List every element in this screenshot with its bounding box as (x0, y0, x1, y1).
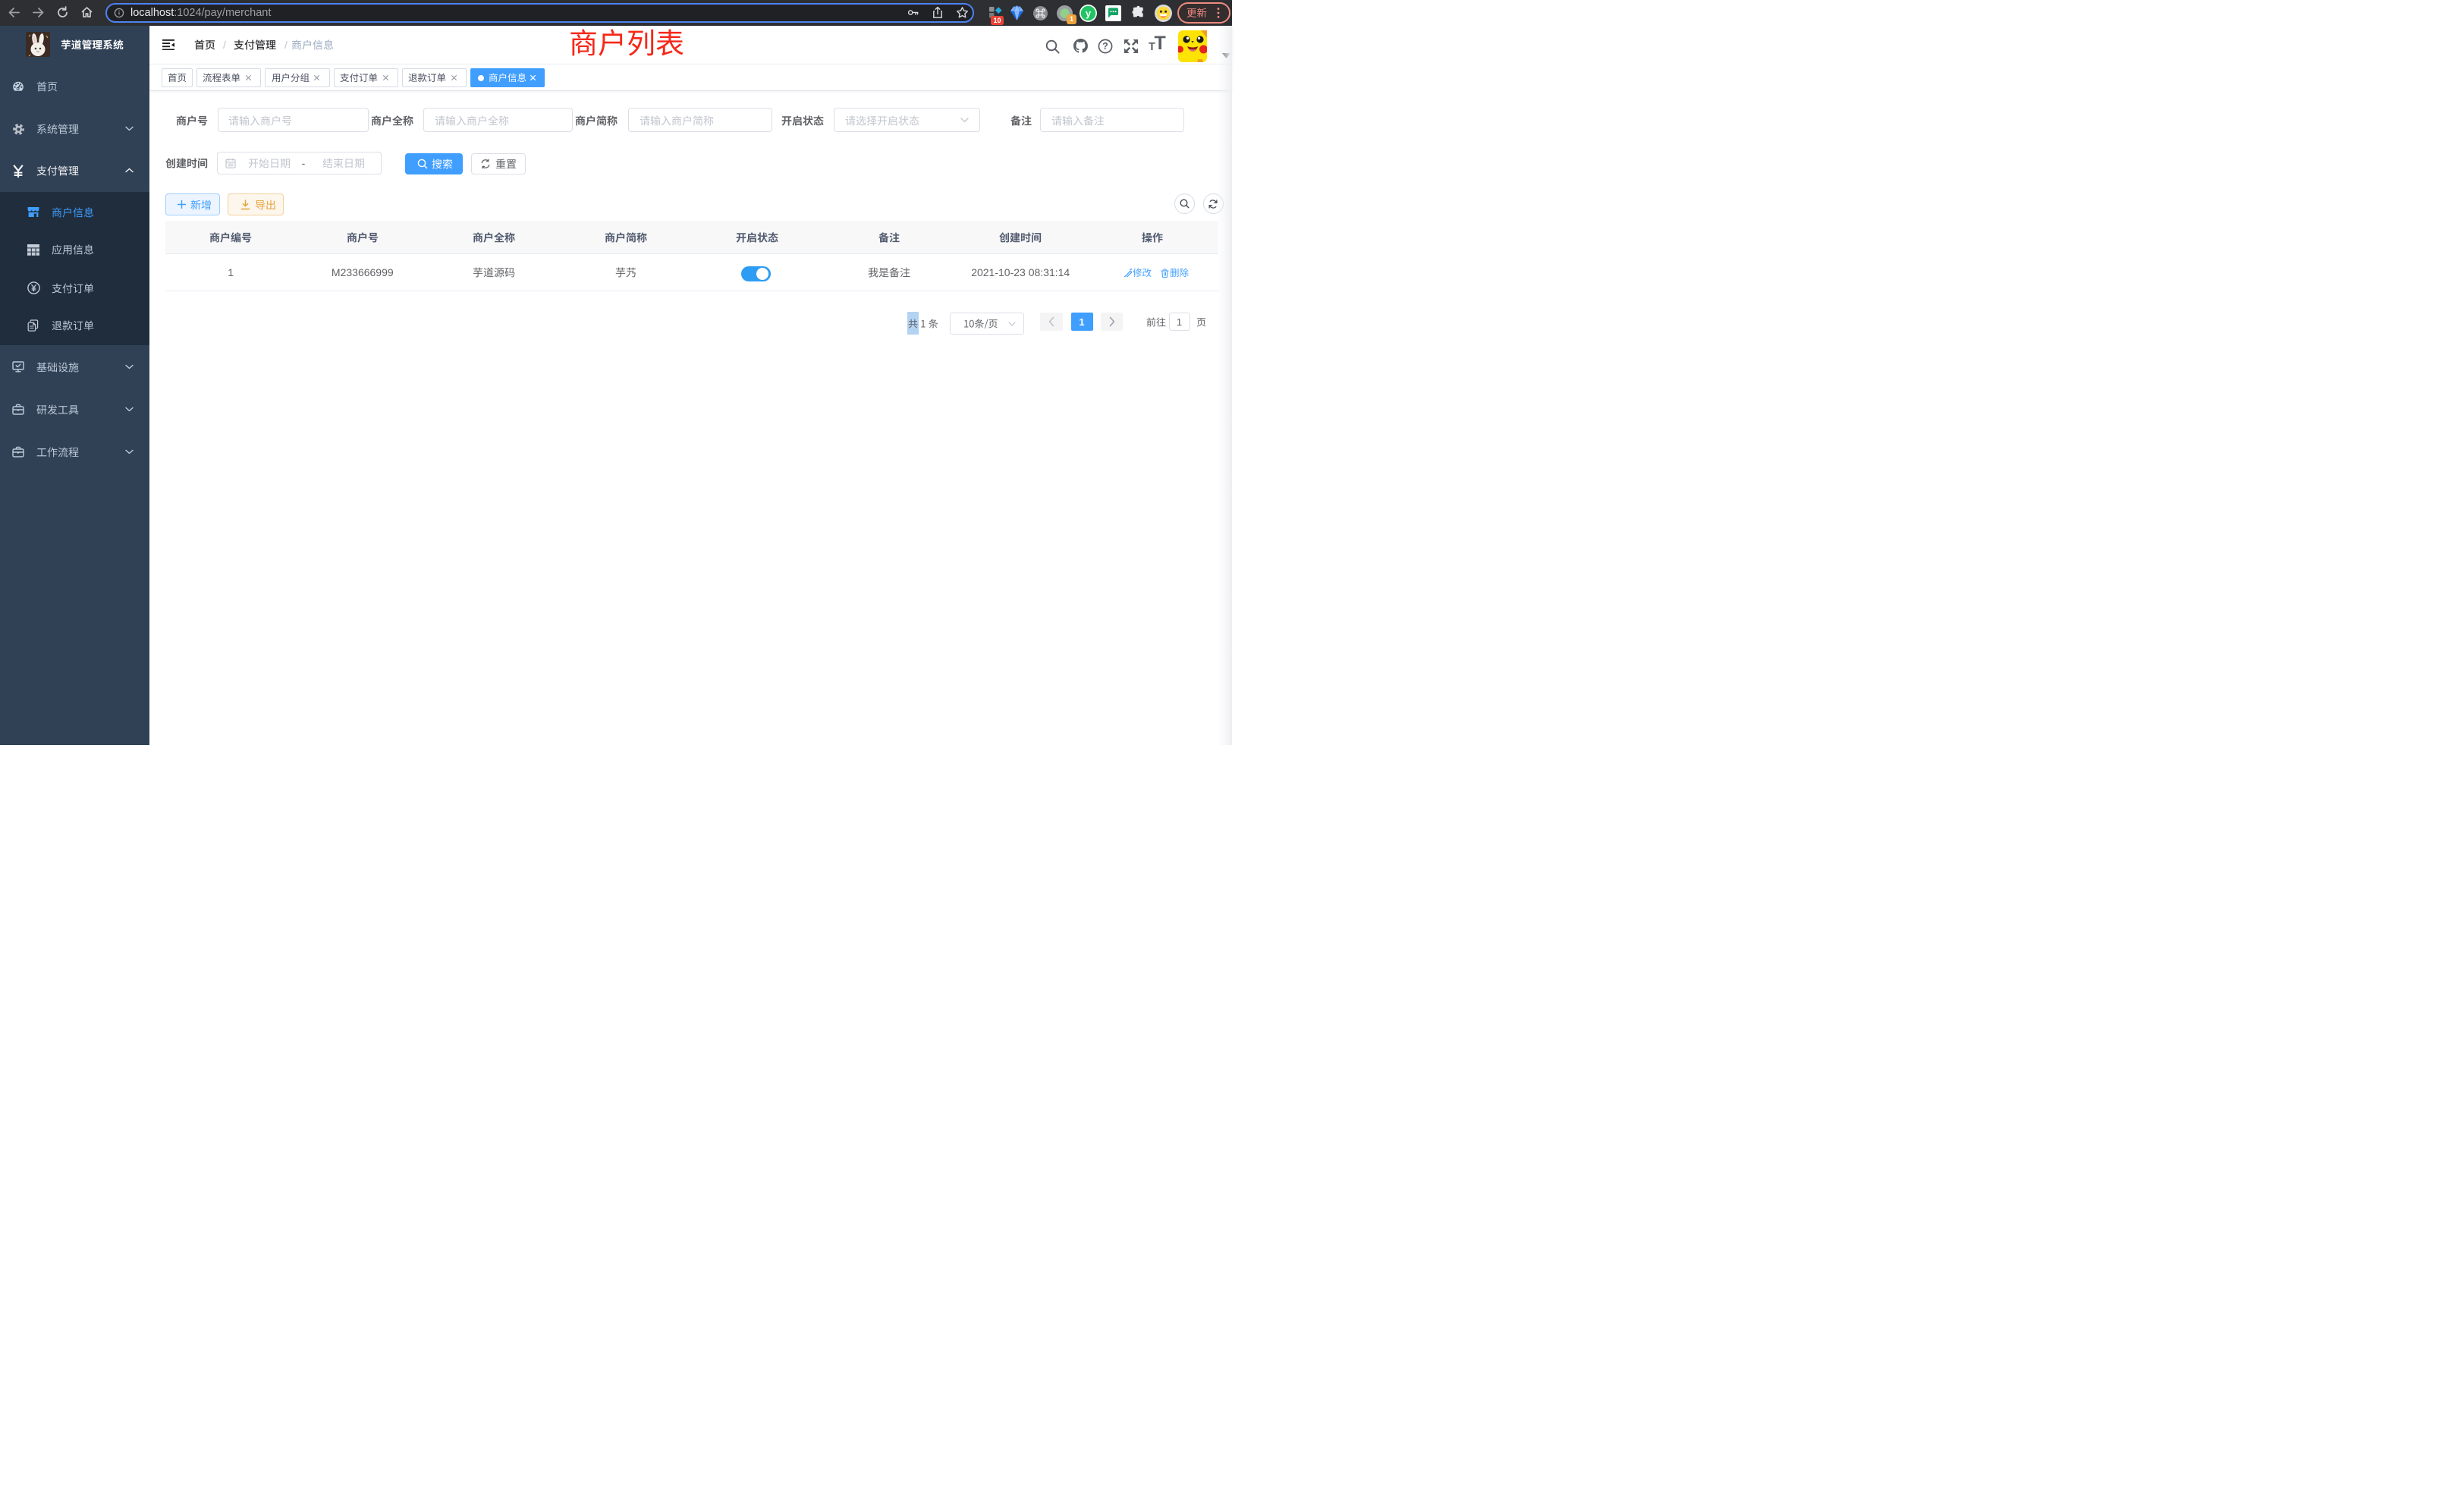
svg-text:y: y (1086, 8, 1092, 19)
svg-text:?: ? (1102, 41, 1108, 52)
